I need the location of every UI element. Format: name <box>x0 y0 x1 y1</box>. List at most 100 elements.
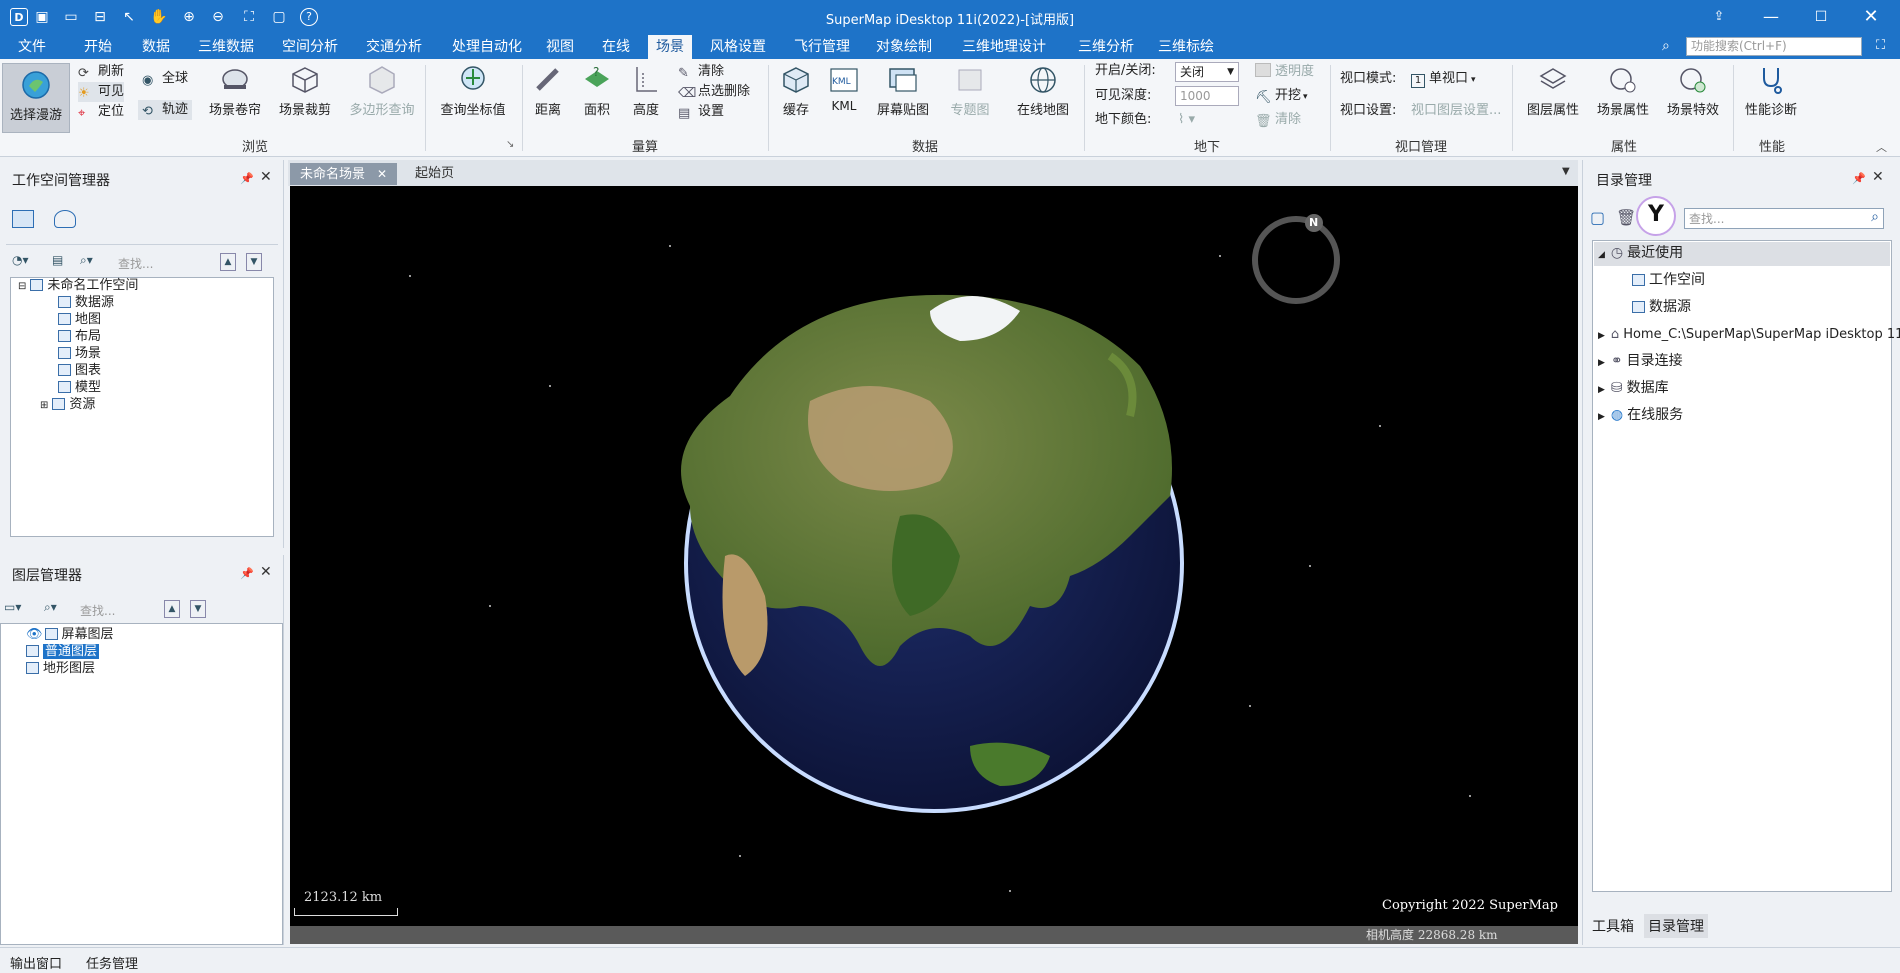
maximize-button[interactable]: ☐ <box>1808 6 1834 28</box>
tree-item-model[interactable]: 模型 <box>58 379 101 396</box>
add-layer-icon[interactable]: ▭▾ <box>4 600 21 618</box>
menu-item-13[interactable]: 三维地理设计 <box>954 35 1054 59</box>
performance-diagnose-button[interactable]: 性能诊断 <box>1740 63 1802 118</box>
measure-clear-button[interactable]: ✎ 清除 <box>678 62 724 82</box>
search-icon[interactable]: ⌕▾ <box>80 253 93 271</box>
tree-item-map[interactable]: 地图 <box>58 311 101 328</box>
underground-onoff-select[interactable]: 关闭 ▼ <box>1175 62 1239 82</box>
distance-button[interactable]: 距离 <box>528 63 568 118</box>
tab-start-page[interactable]: 起始页 <box>405 163 464 185</box>
menu-item-2[interactable]: 数据 <box>134 35 178 59</box>
close-button[interactable]: ✕ <box>1858 6 1884 28</box>
save-workspace-icon[interactable]: ▤ <box>52 253 63 271</box>
transparency-button[interactable]: 透明度 <box>1255 62 1314 82</box>
visible-button[interactable]: ☀ 可见 <box>78 82 125 102</box>
catalog-home[interactable]: ▶ ⌂ Home_C:\SuperMap\SuperMap iDesktop 11.… <box>1598 326 1900 343</box>
cache-button[interactable]: 缓存 <box>774 63 818 118</box>
new-folder-icon[interactable]: ▢ <box>1590 208 1605 227</box>
polygon-query-button[interactable]: 多边形查询 <box>345 63 419 118</box>
global-button[interactable]: ◉ 全球 <box>142 69 188 89</box>
height-button[interactable]: 高度 <box>625 63 667 118</box>
visible-depth-input[interactable]: 1000 <box>1175 86 1239 106</box>
tab-scene[interactable]: 未命名场景 ✕ <box>290 163 398 185</box>
layer-item-terrain[interactable]: 地形图层 <box>26 660 95 677</box>
up-arrow-icon[interactable]: ▲ <box>220 253 236 271</box>
search-icon[interactable]: ⌕▾ <box>44 600 57 618</box>
menu-item-4[interactable]: 空间分析 <box>274 35 346 59</box>
workspace-tree-tab-icon[interactable] <box>12 210 34 228</box>
excavate-button[interactable]: ⛏ 开挖 ▾ <box>1255 86 1308 106</box>
down-arrow-icon[interactable]: ▼ <box>190 600 206 618</box>
layer-item-screen[interactable]: 👁 屏幕图层 <box>26 626 114 643</box>
collapse-ribbon-icon[interactable]: ︿ <box>1876 139 1887 155</box>
close-icon[interactable]: ✕ <box>260 564 272 580</box>
tab-toolbox[interactable]: 工具箱 <box>1588 914 1638 938</box>
menu-item-8[interactable]: 在线 <box>594 35 638 59</box>
underground-color-picker[interactable]: ⌇ ▾ <box>1178 110 1195 130</box>
catalog-database[interactable]: ▶ ⛁ 数据库 <box>1598 380 1669 397</box>
workspace-root[interactable]: ⊟ 未命名工作空间 <box>18 277 138 294</box>
thematic-map-button[interactable]: 专题图 <box>945 63 995 118</box>
locate-button[interactable]: ⌖ 定位 <box>78 102 124 122</box>
tab-catalog[interactable]: 目录管理 <box>1644 914 1708 938</box>
tree-item-resources[interactable]: ⊞ 资源 <box>40 396 95 413</box>
menu-item-0[interactable]: 文件 <box>10 35 54 59</box>
workspace-search-input[interactable]: 查找... <box>118 255 153 272</box>
cloud-tab-icon[interactable] <box>54 210 76 228</box>
close-icon[interactable]: ✕ <box>260 169 272 185</box>
open-workspace-icon[interactable]: ◔▾ <box>12 253 29 271</box>
point-delete-button[interactable]: ⌫ 点选删除 <box>678 82 750 102</box>
menu-item-3[interactable]: 三维数据 <box>190 35 262 59</box>
group-launcher-icon[interactable]: ↘ <box>506 139 514 150</box>
kml-button[interactable]: KML KML <box>824 63 864 113</box>
tree-item-scene[interactable]: 场景 <box>58 345 101 362</box>
catalog-online-service[interactable]: ▶ ◍ 在线服务 <box>1598 407 1683 424</box>
tree-item-chart[interactable]: 图表 <box>58 362 101 379</box>
select-roam-button[interactable]: 选择漫游 <box>2 63 70 133</box>
menu-item-11[interactable]: 飞行管理 <box>786 35 858 59</box>
menu-item-1[interactable]: 开始 <box>76 35 120 59</box>
menu-item-14[interactable]: 三维分析 <box>1070 35 1142 59</box>
scene-viewport[interactable]: N 2123.12 km Copyright 2022 SuperMap <box>290 186 1578 926</box>
scene-clip-button[interactable]: 场景裁剪 <box>274 63 336 118</box>
screen-paste-button[interactable]: 屏幕贴图 <box>872 63 934 118</box>
query-coord-button[interactable]: 查询坐标值 <box>432 63 514 118</box>
catalog-dir-connection[interactable]: ▶ ⚭ 目录连接 <box>1598 353 1683 370</box>
menu-item-10[interactable]: 风格设置 <box>702 35 774 59</box>
minimize-button[interactable]: — <box>1758 6 1784 28</box>
menu-item-5[interactable]: 交通分析 <box>358 35 430 59</box>
menu-item-12[interactable]: 对象绘制 <box>868 35 940 59</box>
measure-settings-button[interactable]: ▤ 设置 <box>678 102 724 122</box>
restore-ribbon-icon[interactable]: ⇪ <box>1706 6 1732 28</box>
menu-item-15[interactable]: 三维标绘 <box>1150 35 1222 59</box>
output-window-tab[interactable]: 输出窗口 <box>10 953 62 972</box>
pin-icon[interactable]: 📌 <box>240 172 254 185</box>
layer-item-normal[interactable]: 普通图层 <box>26 643 100 660</box>
task-manager-tab[interactable]: 任务管理 <box>86 953 138 972</box>
menu-item-6[interactable]: 处理自动化 <box>444 35 530 59</box>
tree-item-datasource[interactable]: 数据源 <box>58 294 114 311</box>
layer-properties-button[interactable]: 图层属性 <box>1522 63 1584 118</box>
delete-icon[interactable]: 🗑 <box>1616 208 1636 227</box>
scene-effects-button[interactable]: 场景特效 <box>1662 63 1724 118</box>
function-search-input[interactable]: 功能搜索(Ctrl+F) <box>1686 37 1862 56</box>
expand-icon[interactable]: ⛶ <box>1876 38 1885 53</box>
pin-icon[interactable]: 📌 <box>1852 172 1866 185</box>
menu-item-9[interactable]: 场景 <box>648 35 692 59</box>
underground-clear-button[interactable]: 🗑 清除 <box>1255 110 1301 130</box>
layer-search-input[interactable]: 查找... <box>80 602 115 619</box>
track-button[interactable]: ⟲ 轨迹 <box>138 100 193 120</box>
refresh-button[interactable]: ⟳ 刷新 <box>78 62 124 82</box>
scene-shutter-button[interactable]: 场景卷帘 <box>205 63 265 118</box>
close-icon[interactable]: ✕ <box>1872 169 1884 185</box>
catalog-recent-workspace[interactable]: 工作空间 <box>1632 272 1705 289</box>
menu-item-7[interactable]: 视图 <box>538 35 582 59</box>
down-arrow-icon[interactable]: ▼ <box>246 253 262 271</box>
viewport-mode-select[interactable]: 1 单视口 ▾ <box>1411 69 1476 89</box>
scene-properties-button[interactable]: 场景属性 <box>1592 63 1654 118</box>
catalog-recent-datasource[interactable]: 数据源 <box>1632 299 1691 316</box>
tab-list-dropdown-icon[interactable]: ▼ <box>1562 166 1570 177</box>
viewport-layer-settings-button[interactable]: 视口图层设置... <box>1411 101 1501 121</box>
online-map-button[interactable]: 在线地图 <box>1012 63 1074 118</box>
pin-icon[interactable]: 📌 <box>240 567 254 580</box>
